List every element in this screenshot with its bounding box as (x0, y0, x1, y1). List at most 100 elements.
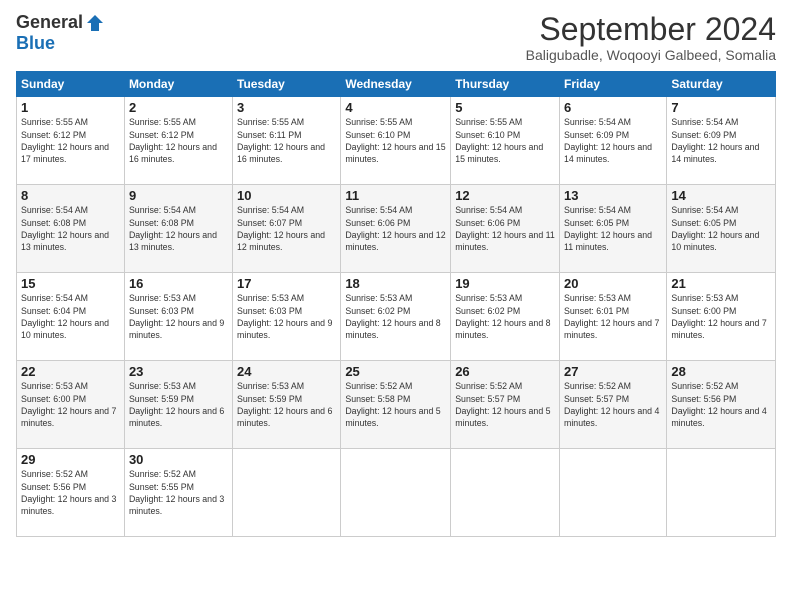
table-row: 18Sunrise: 5:53 AMSunset: 6:02 PMDayligh… (341, 273, 451, 361)
table-row: 21Sunrise: 5:53 AMSunset: 6:00 PMDayligh… (667, 273, 776, 361)
day-number: 26 (455, 364, 555, 379)
day-info: Sunrise: 5:54 AMSunset: 6:05 PMDaylight:… (671, 204, 771, 253)
day-number: 11 (345, 188, 446, 203)
calendar-week-2: 8Sunrise: 5:54 AMSunset: 6:08 PMDaylight… (17, 185, 776, 273)
table-row (451, 449, 560, 537)
table-row: 26Sunrise: 5:52 AMSunset: 5:57 PMDayligh… (451, 361, 560, 449)
day-info: Sunrise: 5:53 AMSunset: 6:02 PMDaylight:… (455, 292, 555, 341)
day-info: Sunrise: 5:53 AMSunset: 5:59 PMDaylight:… (129, 380, 228, 429)
day-number: 18 (345, 276, 446, 291)
table-row (341, 449, 451, 537)
calendar-week-5: 29Sunrise: 5:52 AMSunset: 5:56 PMDayligh… (17, 449, 776, 537)
day-number: 21 (671, 276, 771, 291)
day-info: Sunrise: 5:53 AMSunset: 6:01 PMDaylight:… (564, 292, 662, 341)
calendar-week-1: 1Sunrise: 5:55 AMSunset: 6:12 PMDaylight… (17, 97, 776, 185)
table-row: 24Sunrise: 5:53 AMSunset: 5:59 PMDayligh… (233, 361, 341, 449)
day-number: 24 (237, 364, 336, 379)
day-number: 15 (21, 276, 120, 291)
day-number: 2 (129, 100, 228, 115)
col-wednesday: Wednesday (341, 72, 451, 97)
table-row (560, 449, 667, 537)
day-info: Sunrise: 5:53 AMSunset: 6:00 PMDaylight:… (21, 380, 120, 429)
day-number: 10 (237, 188, 336, 203)
day-info: Sunrise: 5:53 AMSunset: 6:02 PMDaylight:… (345, 292, 446, 341)
day-info: Sunrise: 5:54 AMSunset: 6:08 PMDaylight:… (21, 204, 120, 253)
day-info: Sunrise: 5:54 AMSunset: 6:09 PMDaylight:… (564, 116, 662, 165)
calendar-week-4: 22Sunrise: 5:53 AMSunset: 6:00 PMDayligh… (17, 361, 776, 449)
day-info: Sunrise: 5:55 AMSunset: 6:12 PMDaylight:… (129, 116, 228, 165)
day-number: 12 (455, 188, 555, 203)
table-row: 20Sunrise: 5:53 AMSunset: 6:01 PMDayligh… (560, 273, 667, 361)
day-info: Sunrise: 5:52 AMSunset: 5:57 PMDaylight:… (564, 380, 662, 429)
day-number: 7 (671, 100, 771, 115)
day-number: 30 (129, 452, 228, 467)
table-row: 17Sunrise: 5:53 AMSunset: 6:03 PMDayligh… (233, 273, 341, 361)
day-number: 28 (671, 364, 771, 379)
day-info: Sunrise: 5:53 AMSunset: 5:59 PMDaylight:… (237, 380, 336, 429)
table-row (667, 449, 776, 537)
table-row: 25Sunrise: 5:52 AMSunset: 5:58 PMDayligh… (341, 361, 451, 449)
col-saturday: Saturday (667, 72, 776, 97)
day-info: Sunrise: 5:55 AMSunset: 6:12 PMDaylight:… (21, 116, 120, 165)
table-row: 14Sunrise: 5:54 AMSunset: 6:05 PMDayligh… (667, 185, 776, 273)
day-info: Sunrise: 5:53 AMSunset: 6:03 PMDaylight:… (237, 292, 336, 341)
day-number: 3 (237, 100, 336, 115)
day-info: Sunrise: 5:54 AMSunset: 6:08 PMDaylight:… (129, 204, 228, 253)
day-info: Sunrise: 5:55 AMSunset: 6:11 PMDaylight:… (237, 116, 336, 165)
day-info: Sunrise: 5:52 AMSunset: 5:56 PMDaylight:… (671, 380, 771, 429)
day-number: 17 (237, 276, 336, 291)
day-info: Sunrise: 5:54 AMSunset: 6:07 PMDaylight:… (237, 204, 336, 253)
table-row: 7Sunrise: 5:54 AMSunset: 6:09 PMDaylight… (667, 97, 776, 185)
day-info: Sunrise: 5:54 AMSunset: 6:04 PMDaylight:… (21, 292, 120, 341)
calendar-table: Sunday Monday Tuesday Wednesday Thursday… (16, 71, 776, 537)
day-info: Sunrise: 5:52 AMSunset: 5:57 PMDaylight:… (455, 380, 555, 429)
day-number: 14 (671, 188, 771, 203)
table-row: 8Sunrise: 5:54 AMSunset: 6:08 PMDaylight… (17, 185, 125, 273)
logo-blue-text: Blue (16, 33, 55, 54)
day-number: 27 (564, 364, 662, 379)
day-info: Sunrise: 5:54 AMSunset: 6:06 PMDaylight:… (455, 204, 555, 253)
table-row: 13Sunrise: 5:54 AMSunset: 6:05 PMDayligh… (560, 185, 667, 273)
table-row: 10Sunrise: 5:54 AMSunset: 6:07 PMDayligh… (233, 185, 341, 273)
day-number: 1 (21, 100, 120, 115)
logo-icon (85, 13, 105, 33)
table-row: 9Sunrise: 5:54 AMSunset: 6:08 PMDaylight… (124, 185, 232, 273)
table-row: 3Sunrise: 5:55 AMSunset: 6:11 PMDaylight… (233, 97, 341, 185)
day-number: 6 (564, 100, 662, 115)
logo-general-text: General (16, 12, 83, 33)
col-tuesday: Tuesday (233, 72, 341, 97)
table-row: 22Sunrise: 5:53 AMSunset: 6:00 PMDayligh… (17, 361, 125, 449)
day-number: 16 (129, 276, 228, 291)
day-info: Sunrise: 5:53 AMSunset: 6:00 PMDaylight:… (671, 292, 771, 341)
day-number: 9 (129, 188, 228, 203)
day-number: 13 (564, 188, 662, 203)
day-info: Sunrise: 5:52 AMSunset: 5:58 PMDaylight:… (345, 380, 446, 429)
day-number: 4 (345, 100, 446, 115)
table-row (233, 449, 341, 537)
calendar-week-3: 15Sunrise: 5:54 AMSunset: 6:04 PMDayligh… (17, 273, 776, 361)
day-number: 25 (345, 364, 446, 379)
col-sunday: Sunday (17, 72, 125, 97)
day-number: 20 (564, 276, 662, 291)
day-info: Sunrise: 5:54 AMSunset: 6:06 PMDaylight:… (345, 204, 446, 253)
table-row: 4Sunrise: 5:55 AMSunset: 6:10 PMDaylight… (341, 97, 451, 185)
day-number: 19 (455, 276, 555, 291)
day-info: Sunrise: 5:52 AMSunset: 5:55 PMDaylight:… (129, 468, 228, 517)
page: General Blue September 2024 Baligubadle,… (0, 0, 792, 549)
month-title: September 2024 (526, 12, 776, 47)
day-info: Sunrise: 5:55 AMSunset: 6:10 PMDaylight:… (455, 116, 555, 165)
day-number: 23 (129, 364, 228, 379)
day-number: 8 (21, 188, 120, 203)
col-friday: Friday (560, 72, 667, 97)
day-info: Sunrise: 5:52 AMSunset: 5:56 PMDaylight:… (21, 468, 120, 517)
table-row: 16Sunrise: 5:53 AMSunset: 6:03 PMDayligh… (124, 273, 232, 361)
table-row: 23Sunrise: 5:53 AMSunset: 5:59 PMDayligh… (124, 361, 232, 449)
table-row: 28Sunrise: 5:52 AMSunset: 5:56 PMDayligh… (667, 361, 776, 449)
day-info: Sunrise: 5:53 AMSunset: 6:03 PMDaylight:… (129, 292, 228, 341)
table-row: 1Sunrise: 5:55 AMSunset: 6:12 PMDaylight… (17, 97, 125, 185)
day-info: Sunrise: 5:54 AMSunset: 6:09 PMDaylight:… (671, 116, 771, 165)
table-row: 30Sunrise: 5:52 AMSunset: 5:55 PMDayligh… (124, 449, 232, 537)
header: General Blue September 2024 Baligubadle,… (16, 12, 776, 63)
table-row: 19Sunrise: 5:53 AMSunset: 6:02 PMDayligh… (451, 273, 560, 361)
logo: General Blue (16, 12, 105, 54)
